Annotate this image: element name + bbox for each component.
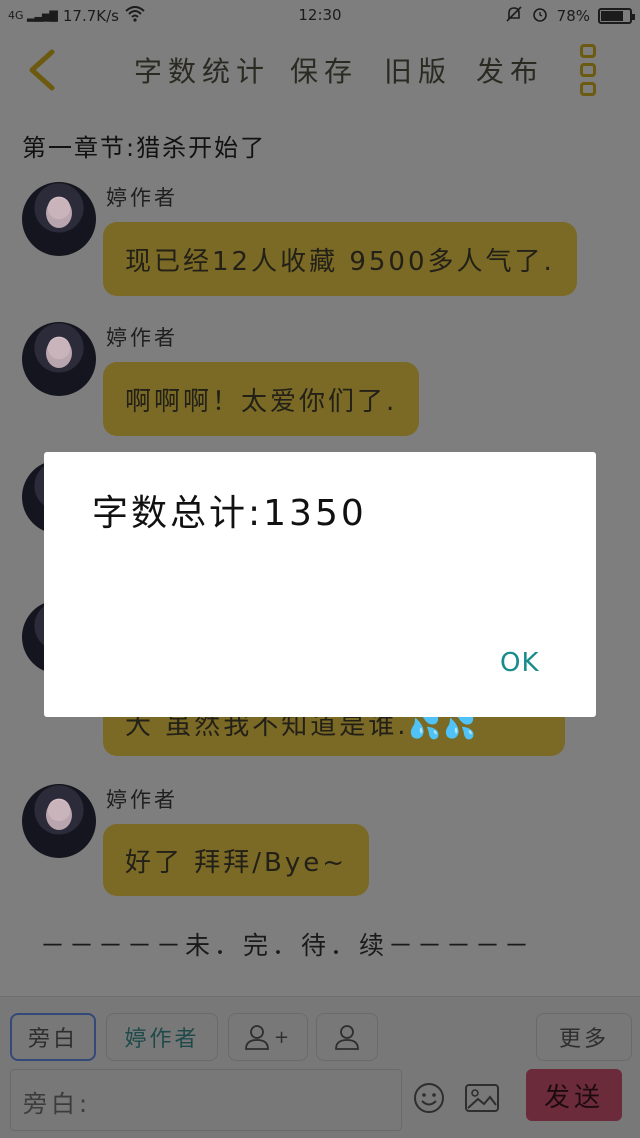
save-button[interactable]: 保存	[290, 50, 358, 90]
emoji-icon[interactable]	[412, 1081, 448, 1117]
chip-narration[interactable]: 旁白	[10, 1013, 96, 1061]
author-name: 婷作者	[106, 326, 178, 350]
publish-button[interactable]: 发布	[476, 50, 544, 90]
dialog-message: 字数总计:1350	[92, 493, 367, 534]
image-icon[interactable]	[464, 1081, 500, 1117]
battery-level	[601, 11, 623, 21]
battery-icon	[598, 8, 635, 24]
chip-author[interactable]: 婷作者	[106, 1013, 218, 1061]
message-bubble[interactable]: 好了 拜拜/Bye~	[103, 824, 370, 896]
author-name: 婷作者	[106, 788, 178, 812]
ok-button[interactable]: OK	[500, 648, 540, 678]
person-icon	[335, 1025, 359, 1050]
avatar[interactable]	[22, 784, 96, 858]
add-character-button[interactable]: +	[228, 1013, 308, 1061]
avatar[interactable]	[22, 322, 96, 396]
battery-percent: 78%	[556, 7, 590, 25]
author-name: 婷作者	[106, 186, 178, 210]
chevron-left-icon	[29, 49, 55, 91]
status-bar: 4G ▂▃▅▇ 17.7K/s 12:30 78%	[0, 0, 640, 32]
back-button[interactable]	[22, 48, 62, 92]
alarm-icon	[531, 5, 549, 27]
top-nav: 字数统计 保存 旧版 发布	[0, 40, 640, 100]
send-button[interactable]: 发送	[526, 1069, 622, 1121]
bottom-toolbar: 旁白 婷作者 + 更多 旁白: 发送	[0, 996, 640, 1138]
chapter-title: 第一章节:猎杀开始了	[22, 134, 267, 162]
word-count-dialog: 字数总计:1350 OK	[44, 452, 596, 717]
avatar[interactable]	[22, 182, 96, 256]
old-version-button[interactable]: 旧版	[384, 50, 452, 90]
message-input[interactable]: 旁白:	[10, 1069, 402, 1131]
add-person-icon	[245, 1025, 269, 1050]
more-button[interactable]: 更多	[536, 1013, 632, 1061]
more-menu-icon[interactable]	[578, 44, 600, 96]
character-button[interactable]	[316, 1013, 378, 1061]
message-bubble[interactable]: 现已经12人收藏 9500多人气了.	[103, 222, 577, 296]
message-bubble[interactable]: 啊啊啊！太爱你们了.	[103, 362, 420, 436]
to-be-continued-text: －－－－－未．完．待．续－－－－－	[40, 931, 534, 960]
word-count-button[interactable]: 字数统计	[134, 50, 270, 90]
silent-bell-icon	[505, 5, 523, 27]
add-suffix: +	[273, 1026, 293, 1048]
